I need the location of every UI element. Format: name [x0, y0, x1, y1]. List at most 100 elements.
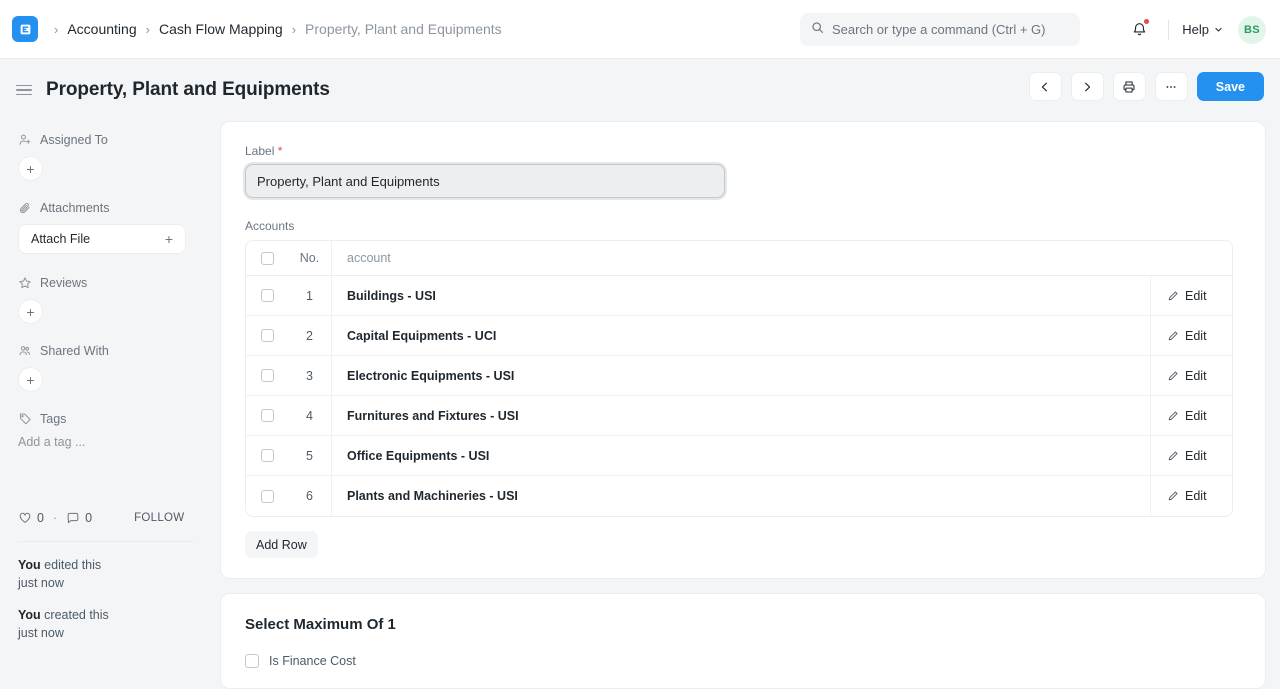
activity-action-edited: edited this	[41, 558, 101, 572]
page-actions: Save	[1029, 72, 1264, 101]
row-account[interactable]: Plants and Machineries - USI	[332, 489, 1150, 503]
select-all-checkbox[interactable]	[261, 252, 274, 265]
meta-separator: ·	[53, 511, 57, 525]
table-row[interactable]: 3 Electronic Equipments - USI Edit	[246, 356, 1232, 396]
row-edit-button[interactable]: Edit	[1150, 476, 1232, 516]
sidebar-label-reviews: Reviews	[40, 276, 87, 290]
table-row[interactable]: 1 Buildings - USI Edit	[246, 276, 1232, 316]
row-edit-label: Edit	[1185, 289, 1207, 303]
comment-group[interactable]: 0	[66, 511, 92, 525]
pencil-icon	[1167, 450, 1179, 462]
row-number: 6	[288, 476, 332, 516]
row-number: 5	[288, 436, 332, 475]
row-checkbox[interactable]	[261, 369, 274, 382]
people-icon	[18, 344, 32, 358]
pencil-icon	[1167, 370, 1179, 382]
assigned-to-header: Assigned To	[18, 133, 194, 147]
row-select-cell	[246, 409, 288, 422]
activity-item-created: You created this just now	[18, 606, 194, 642]
save-button[interactable]: Save	[1197, 72, 1264, 101]
activity-time-created: just now	[18, 626, 64, 640]
plus-icon: +	[165, 231, 173, 247]
row-account[interactable]: Furnitures and Fixtures - USI	[332, 409, 1150, 423]
print-button[interactable]	[1113, 72, 1146, 101]
activity-time-edited: just now	[18, 576, 64, 590]
attach-file-button[interactable]: Attach File +	[18, 224, 186, 254]
chevron-down-icon	[1214, 25, 1223, 34]
sidebar-label-shared-with: Shared With	[40, 344, 109, 358]
follow-button[interactable]: FOLLOW	[134, 512, 184, 524]
add-review-button[interactable]: +	[18, 299, 43, 324]
next-document-button[interactable]	[1071, 72, 1104, 101]
row-account[interactable]: Buildings - USI	[332, 289, 1150, 303]
table-row[interactable]: 6 Plants and Machineries - USI Edit	[246, 476, 1232, 516]
sidebar-section-reviews: Reviews +	[18, 276, 194, 324]
row-select-cell	[246, 449, 288, 462]
hamburger-menu-icon[interactable]	[16, 85, 32, 96]
row-edit-button[interactable]: Edit	[1150, 316, 1232, 355]
add-row-button[interactable]: Add Row	[245, 531, 318, 558]
notifications-button[interactable]	[1123, 14, 1155, 46]
row-select-cell	[246, 490, 288, 503]
row-checkbox[interactable]	[261, 329, 274, 342]
breadcrumb-item-accounting[interactable]: Accounting	[67, 21, 136, 37]
user-plus-icon	[18, 133, 32, 147]
sidebar-section-shared-with: Shared With +	[18, 344, 194, 392]
row-edit-button[interactable]: Edit	[1150, 276, 1232, 315]
label-input[interactable]: Property, Plant and Equipments	[245, 164, 725, 198]
search-placeholder: Search or type a command (Ctrl + G)	[832, 22, 1046, 37]
chevron-right-icon	[1081, 81, 1093, 93]
is-finance-cost-label: Is Finance Cost	[269, 654, 356, 668]
table-row[interactable]: 2 Capital Equipments - UCI Edit	[246, 316, 1232, 356]
column-header-account: account	[332, 251, 1150, 265]
is-finance-cost-checkbox[interactable]	[245, 654, 259, 668]
pencil-icon	[1167, 410, 1179, 422]
row-edit-label: Edit	[1185, 409, 1207, 423]
sidebar-section-tags: Tags Add a tag ...	[18, 412, 194, 449]
avatar[interactable]: BS	[1238, 16, 1266, 44]
row-edit-button[interactable]: Edit	[1150, 396, 1232, 435]
erpnext-logo-icon[interactable]	[12, 16, 38, 42]
engagement-row: 0 · 0 FOLLOW	[18, 511, 194, 525]
row-select-cell	[246, 289, 288, 302]
row-number: 4	[288, 396, 332, 435]
column-header-no: No.	[288, 241, 332, 275]
row-checkbox[interactable]	[261, 449, 274, 462]
notification-badge-dot	[1144, 19, 1149, 24]
breadcrumb-item-cash-flow-mapping[interactable]: Cash Flow Mapping	[159, 21, 283, 37]
required-marker: *	[278, 144, 283, 158]
row-number: 3	[288, 356, 332, 395]
like-group[interactable]: 0	[18, 511, 44, 525]
breadcrumb: › Accounting › Cash Flow Mapping › Prope…	[54, 21, 502, 37]
breadcrumb-separator-1: ›	[146, 23, 150, 36]
add-tag-input[interactable]: Add a tag ...	[18, 435, 194, 449]
row-checkbox[interactable]	[261, 490, 274, 503]
search-input[interactable]: Search or type a command (Ctrl + G)	[800, 13, 1080, 46]
is-finance-cost-field[interactable]: Is Finance Cost	[245, 654, 1241, 668]
row-account[interactable]: Capital Equipments - UCI	[332, 329, 1150, 343]
navbar-right-actions: Help BS	[1123, 0, 1266, 59]
row-checkbox[interactable]	[261, 289, 274, 302]
table-row[interactable]: 5 Office Equipments - USI Edit	[246, 436, 1232, 476]
help-menu-button[interactable]: Help	[1182, 22, 1223, 37]
row-select-cell	[246, 369, 288, 382]
label-field-label: Label *	[245, 144, 1241, 158]
row-edit-button[interactable]: Edit	[1150, 436, 1232, 475]
accounts-grid: No. account 1 Buildings - USI Edit	[245, 240, 1233, 517]
activity-actor-created: You	[18, 608, 41, 622]
row-edit-button[interactable]: Edit	[1150, 356, 1232, 395]
more-options-button[interactable]	[1155, 72, 1188, 101]
previous-document-button[interactable]	[1029, 72, 1062, 101]
attachments-header: Attachments	[18, 201, 194, 215]
main-content: Label * Property, Plant and Equipments A…	[210, 121, 1280, 689]
add-assignment-button[interactable]: +	[18, 156, 43, 181]
row-account[interactable]: Office Equipments - USI	[332, 449, 1150, 463]
sidebar-label-attachments: Attachments	[40, 201, 109, 215]
add-share-button[interactable]: +	[18, 367, 43, 392]
table-row[interactable]: 4 Furnitures and Fixtures - USI Edit	[246, 396, 1232, 436]
column-header-edit	[1150, 241, 1232, 275]
sidebar-section-assigned-to: Assigned To +	[18, 133, 194, 181]
row-account[interactable]: Electronic Equipments - USI	[332, 369, 1150, 383]
sidebar-section-attachments: Attachments Attach File +	[18, 201, 194, 254]
row-checkbox[interactable]	[261, 409, 274, 422]
